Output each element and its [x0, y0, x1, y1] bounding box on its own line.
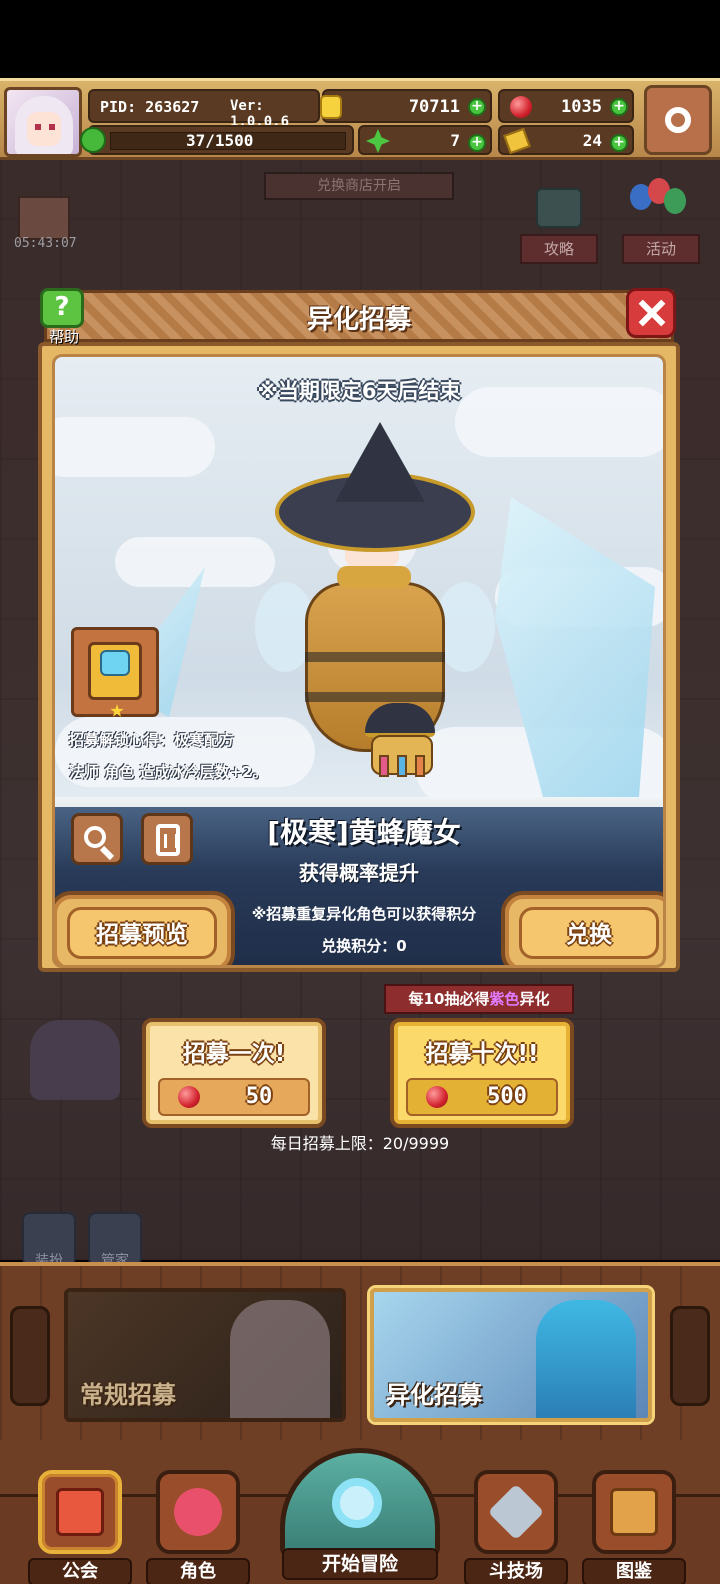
add-clover-plus-icon[interactable]: + — [468, 134, 486, 152]
player-avatar[interactable] — [4, 87, 82, 157]
stamina-value: 37/1500 — [186, 131, 254, 150]
nav-guild[interactable]: 公会 — [28, 1470, 132, 1584]
guarantee-suffix: 异化 — [519, 990, 550, 1008]
guarantee-banner: 每10抽必得紫色异化 — [384, 984, 574, 1014]
character-face-icon — [174, 1488, 222, 1536]
formula-gem-icon — [100, 650, 130, 676]
recruit-once-label: 招募一次! — [182, 1041, 286, 1067]
gem-icon — [510, 96, 532, 118]
pool-selector: 常规招募 异化招募 — [0, 1262, 720, 1440]
normal-pool-character — [230, 1300, 330, 1418]
unlock-title: 招募解锁心得：极寒配方 — [69, 731, 235, 749]
ticket-value: 24 — [582, 131, 602, 150]
settings-button[interactable] — [644, 85, 712, 155]
points-note: ※招募重复异化角色可以获得积分 — [251, 905, 477, 923]
nav-arena[interactable]: 斗技场 — [464, 1470, 568, 1584]
unlock-description: 法师 角色 造成冰冷层数+2。 — [69, 763, 268, 781]
stamina-icon — [80, 127, 106, 153]
gift-timer: 05:43:07 — [14, 236, 77, 251]
clover-panel: 7 + — [358, 125, 492, 155]
gem-value: 1035 — [561, 97, 602, 117]
ticket-icon — [503, 127, 531, 155]
ticket-panel: 24 + — [498, 125, 634, 155]
guild-house-icon — [56, 1488, 104, 1536]
resource-bar: PID: 263627 Ver: 1.0.0.6 70711 + 1035 + … — [0, 78, 720, 160]
nav-character[interactable]: 角色 — [146, 1470, 250, 1584]
daily-limit-text: 每日招募上限：20/9999 — [270, 1134, 450, 1153]
gold-value: 70711 — [408, 97, 460, 117]
right-side-tab — [670, 1306, 710, 1406]
recruit-once-cost-value: 50 — [245, 1084, 273, 1109]
recruit-ten-button[interactable]: 招募十次!! 500 — [390, 1018, 574, 1128]
recruit-preview-button[interactable]: 招募预览 — [55, 891, 235, 965]
balloons-icon[interactable] — [630, 178, 686, 228]
recruit-ten-cost-value: 500 — [487, 1084, 527, 1109]
nav-adventure-label: 开始冒险 — [282, 1548, 438, 1580]
help-icon: ? — [40, 288, 84, 328]
event-button[interactable]: 活动 — [622, 234, 700, 264]
bottom-nav: 公会 角色 开始冒险 斗技场 图鉴 — [0, 1440, 720, 1584]
exchange-points: 兑换积分：0 — [321, 937, 407, 955]
nav-guild-label: 公会 — [28, 1558, 132, 1584]
status-strip — [0, 0, 720, 78]
nav-arena-label: 斗技场 — [464, 1558, 568, 1584]
help-label: 帮助 — [48, 328, 79, 346]
clover-icon — [366, 129, 390, 153]
add-gold-plus-icon[interactable]: + — [468, 98, 486, 116]
nav-codex-label: 图鉴 — [582, 1558, 686, 1584]
guarantee-highlight: 紫色 — [489, 990, 520, 1008]
character-name: [极寒]黄蜂魔女 — [267, 816, 461, 849]
clover-value: 7 — [450, 131, 460, 150]
banner-art-frame: ※当期限定6天后结束 招募解锁心得：极寒配方 法师 角色 造成冰冷层数+2。 [… — [52, 354, 666, 968]
help-button[interactable]: ? 帮助 — [40, 288, 88, 346]
star-icon — [110, 704, 124, 717]
dress-up-button[interactable]: 装扮 — [22, 1212, 76, 1269]
gem-icon — [426, 1086, 448, 1108]
modal-title: 异化招募 — [306, 305, 411, 335]
potion-pet-art — [355, 703, 455, 783]
modal-header: 异化招募 — [44, 290, 674, 342]
gem-panel: 1035 + — [498, 89, 634, 123]
player-id: PID: 263627 — [100, 98, 200, 116]
exchange-button[interactable]: 兑换 — [501, 891, 663, 965]
gold-panel: 70711 + — [320, 89, 492, 123]
shop-open-banner: 兑换商店开启 — [264, 172, 454, 200]
alt-pool-label: 异化招募 — [386, 1381, 482, 1409]
recruit-ten-label: 招募十次!! — [425, 1041, 539, 1067]
guide-button[interactable]: 攻略 — [520, 234, 598, 264]
recruit-once-button[interactable]: 招募一次! 50 — [142, 1018, 326, 1128]
nav-start-adventure[interactable]: 开始冒险 — [276, 1448, 444, 1584]
nav-codex[interactable]: 图鉴 — [582, 1470, 686, 1584]
butler-button[interactable]: 管家 — [88, 1212, 142, 1269]
alt-pool-character — [536, 1300, 636, 1418]
recruit-preview-label: 招募预览 — [67, 907, 217, 959]
alt-pool-card[interactable]: 异化招募 — [370, 1288, 652, 1422]
modal-body: ※当期限定6天后结束 招募解锁心得：极寒配方 法师 角色 造成冰冷层数+2。 [… — [38, 342, 680, 972]
guide-chat-icon[interactable] — [536, 188, 582, 228]
normal-pool-label: 常规招募 — [80, 1381, 176, 1409]
chibi-character — [30, 1020, 120, 1100]
exchange-label: 兑换 — [519, 907, 659, 959]
normal-pool-card[interactable]: 常规招募 — [64, 1288, 346, 1422]
magnifier-icon — [332, 1478, 382, 1528]
limited-period-notice: ※当期限定6天后结束 — [257, 379, 461, 403]
recruit-modal: ※当期限定6天后结束 招募解锁心得：极寒配方 法师 角色 造成冰冷层数+2。 [… — [38, 288, 680, 972]
recruit-once-cost: 50 — [158, 1078, 310, 1116]
gear-icon — [665, 107, 691, 133]
guarantee-prefix: 每10抽必得 — [408, 990, 490, 1008]
rate-up-text: 获得概率提升 — [299, 861, 419, 885]
recruit-ten-cost: 500 — [406, 1078, 558, 1116]
left-side-tab — [10, 1306, 50, 1406]
gold-coin-icon — [320, 95, 342, 119]
pid-panel: PID: 263627 Ver: 1.0.0.6 — [88, 89, 320, 130]
codex-book-icon — [610, 1488, 658, 1536]
unlock-feature-card[interactable] — [71, 627, 159, 717]
gift-box-icon[interactable] — [18, 196, 70, 240]
nav-character-label: 角色 — [146, 1558, 250, 1584]
add-gem-plus-icon[interactable]: + — [610, 98, 628, 116]
stamina-panel: 37/1500 — [80, 125, 354, 155]
add-ticket-plus-icon[interactable]: + — [610, 134, 628, 152]
gem-icon — [178, 1086, 200, 1108]
close-button[interactable] — [626, 288, 676, 338]
